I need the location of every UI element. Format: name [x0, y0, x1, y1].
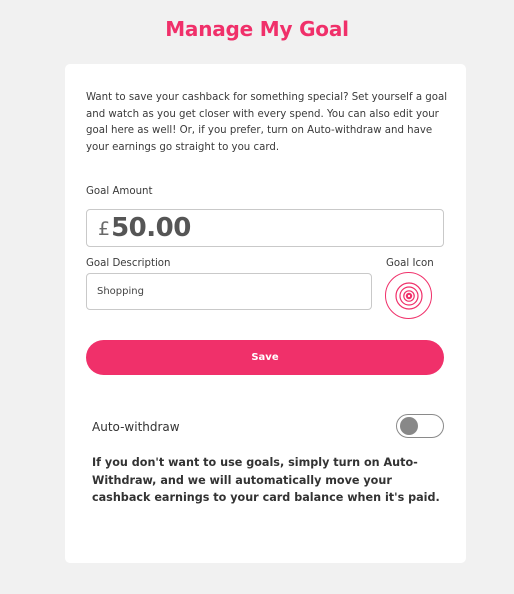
- save-button[interactable]: Save: [86, 340, 444, 375]
- goal-amount-label: Goal Amount: [86, 186, 153, 197]
- goal-icon-button[interactable]: [385, 272, 432, 319]
- auto-withdraw-toggle[interactable]: [396, 414, 444, 438]
- goal-card: Want to save your cashback for something…: [65, 64, 466, 563]
- intro-text: Want to save your cashback for something…: [86, 92, 448, 153]
- page-title: Manage My Goal: [165, 17, 349, 41]
- auto-withdraw-description: If you don't want to use goals, simply t…: [92, 456, 440, 504]
- goal-amount-field[interactable]: £ 50.00: [86, 209, 444, 247]
- currency-symbol: £: [98, 218, 111, 240]
- goal-description-label: Goal Description: [86, 258, 171, 269]
- goal-description-input[interactable]: [86, 273, 372, 310]
- auto-withdraw-label: Auto-withdraw: [92, 420, 180, 434]
- target-icon: [394, 281, 423, 310]
- goal-icon-label: Goal Icon: [386, 258, 434, 269]
- toggle-knob: [400, 417, 418, 435]
- goal-amount-value: 50.00: [111, 213, 191, 243]
